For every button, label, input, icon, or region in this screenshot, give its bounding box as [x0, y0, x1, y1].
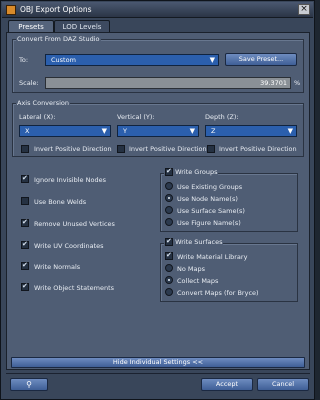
write-surfaces-checkbox[interactable] — [165, 237, 173, 246]
write-uv-coordinates-label: Write UV Coordinates — [34, 242, 104, 250]
invert-y-checkbox[interactable] — [117, 145, 125, 153]
use-node-names-radio[interactable] — [165, 194, 173, 202]
collect-maps-radio[interactable] — [165, 276, 173, 284]
invert-x-checkbox[interactable] — [21, 145, 29, 153]
invert-y-label: Invert Positive Direction — [129, 145, 207, 153]
export-dialog: OBJ Export Options × Presets LOD Levels … — [0, 0, 315, 400]
close-button[interactable]: × — [298, 4, 310, 15]
use-existing-groups-radio[interactable] — [165, 182, 173, 190]
use-bone-welds-checkbox[interactable] — [21, 197, 29, 205]
lateral-axis-value: X — [25, 127, 30, 135]
invert-x-label: Invert Positive Direction — [34, 145, 112, 153]
use-existing-groups-label: Use Existing Groups — [177, 183, 243, 191]
scale-label: Scale: — [19, 79, 39, 87]
window-title: OBJ Export Options — [20, 5, 92, 14]
to-dropdown-value: Custom — [51, 56, 76, 64]
footer-divider — [6, 373, 310, 374]
use-bone-welds-label: Use Bone Welds — [34, 198, 87, 206]
convert-maps-radio[interactable] — [165, 288, 173, 296]
lateral-axis-dropdown[interactable]: X ▼ — [19, 125, 111, 137]
use-surface-names-radio[interactable] — [165, 206, 173, 214]
depth-axis-dropdown[interactable]: Z ▼ — [205, 125, 297, 137]
help-button[interactable]: ⚲ — [10, 378, 48, 391]
write-material-library-checkbox[interactable] — [165, 251, 173, 260]
use-figure-names-label: Use Figure Name(s) — [177, 219, 241, 227]
write-groups-checkbox[interactable] — [165, 167, 173, 176]
ignore-invisible-nodes-label: Ignore Invisible Nodes — [34, 176, 106, 184]
write-uv-coordinates-checkbox[interactable] — [21, 240, 29, 249]
use-node-names-label: Use Node Name(s) — [177, 195, 238, 203]
write-object-statements-label: Write Object Statements — [34, 284, 115, 292]
no-maps-label: No Maps — [177, 265, 206, 273]
write-material-library-label: Write Material Library — [177, 253, 248, 261]
scale-input[interactable]: 39.3701 — [45, 77, 291, 89]
no-maps-radio[interactable] — [165, 264, 173, 272]
write-object-statements-checkbox[interactable] — [21, 282, 29, 291]
save-preset-button[interactable]: Save Preset... — [225, 53, 297, 66]
vertical-axis-dropdown[interactable]: Y ▼ — [117, 125, 199, 137]
write-normals-checkbox[interactable] — [21, 261, 29, 270]
chevron-down-icon: ▼ — [101, 127, 107, 135]
chevron-down-icon: ▼ — [287, 127, 293, 135]
invert-z-label: Invert Positive Direction — [219, 145, 297, 153]
cancel-button[interactable]: Cancel — [257, 378, 309, 391]
presets-panel: Convert From DAZ Studio To: Custom ▼ Sav… — [6, 32, 310, 370]
write-groups-header: Write Groups — [164, 167, 219, 176]
invert-z-checkbox[interactable] — [207, 145, 215, 153]
accept-button[interactable]: Accept — [201, 378, 253, 391]
hide-individual-settings-button[interactable]: Hide Individual Settings << — [11, 357, 305, 368]
chevron-down-icon: ▼ — [209, 56, 215, 64]
write-normals-label: Write Normals — [34, 263, 81, 271]
convert-maps-label: Convert Maps (for Bryce) — [177, 289, 259, 297]
title-bar[interactable]: OBJ Export Options × — [2, 2, 313, 18]
write-surfaces-header: Write Surfaces — [164, 237, 224, 246]
use-surface-names-label: Use Surface Same(s) — [177, 207, 245, 215]
chevron-down-icon: ▼ — [189, 127, 195, 135]
to-dropdown[interactable]: Custom ▼ — [45, 54, 219, 66]
depth-label: Depth (Z): — [205, 113, 239, 121]
write-surfaces-label: Write Surfaces — [175, 238, 223, 246]
scale-unit: % — [294, 79, 301, 87]
remove-unused-vertices-label: Remove Unused Vertices — [34, 220, 115, 228]
vertical-label: Vertical (Y): — [117, 113, 155, 121]
depth-axis-value: Z — [211, 127, 216, 135]
to-label: To: — [19, 56, 29, 64]
help-icon: ⚲ — [26, 380, 32, 389]
ignore-invisible-nodes-checkbox[interactable] — [21, 174, 29, 183]
app-icon — [6, 5, 16, 15]
vertical-axis-value: Y — [123, 127, 127, 135]
axis-group-title: Axis Conversion — [16, 99, 70, 107]
convert-group-title: Convert From DAZ Studio — [16, 35, 101, 43]
use-figure-names-radio[interactable] — [165, 218, 173, 226]
collect-maps-label: Collect Maps — [177, 277, 219, 285]
remove-unused-vertices-checkbox[interactable] — [21, 218, 29, 227]
write-groups-label: Write Groups — [175, 168, 218, 176]
lateral-label: Lateral (X): — [19, 113, 56, 121]
